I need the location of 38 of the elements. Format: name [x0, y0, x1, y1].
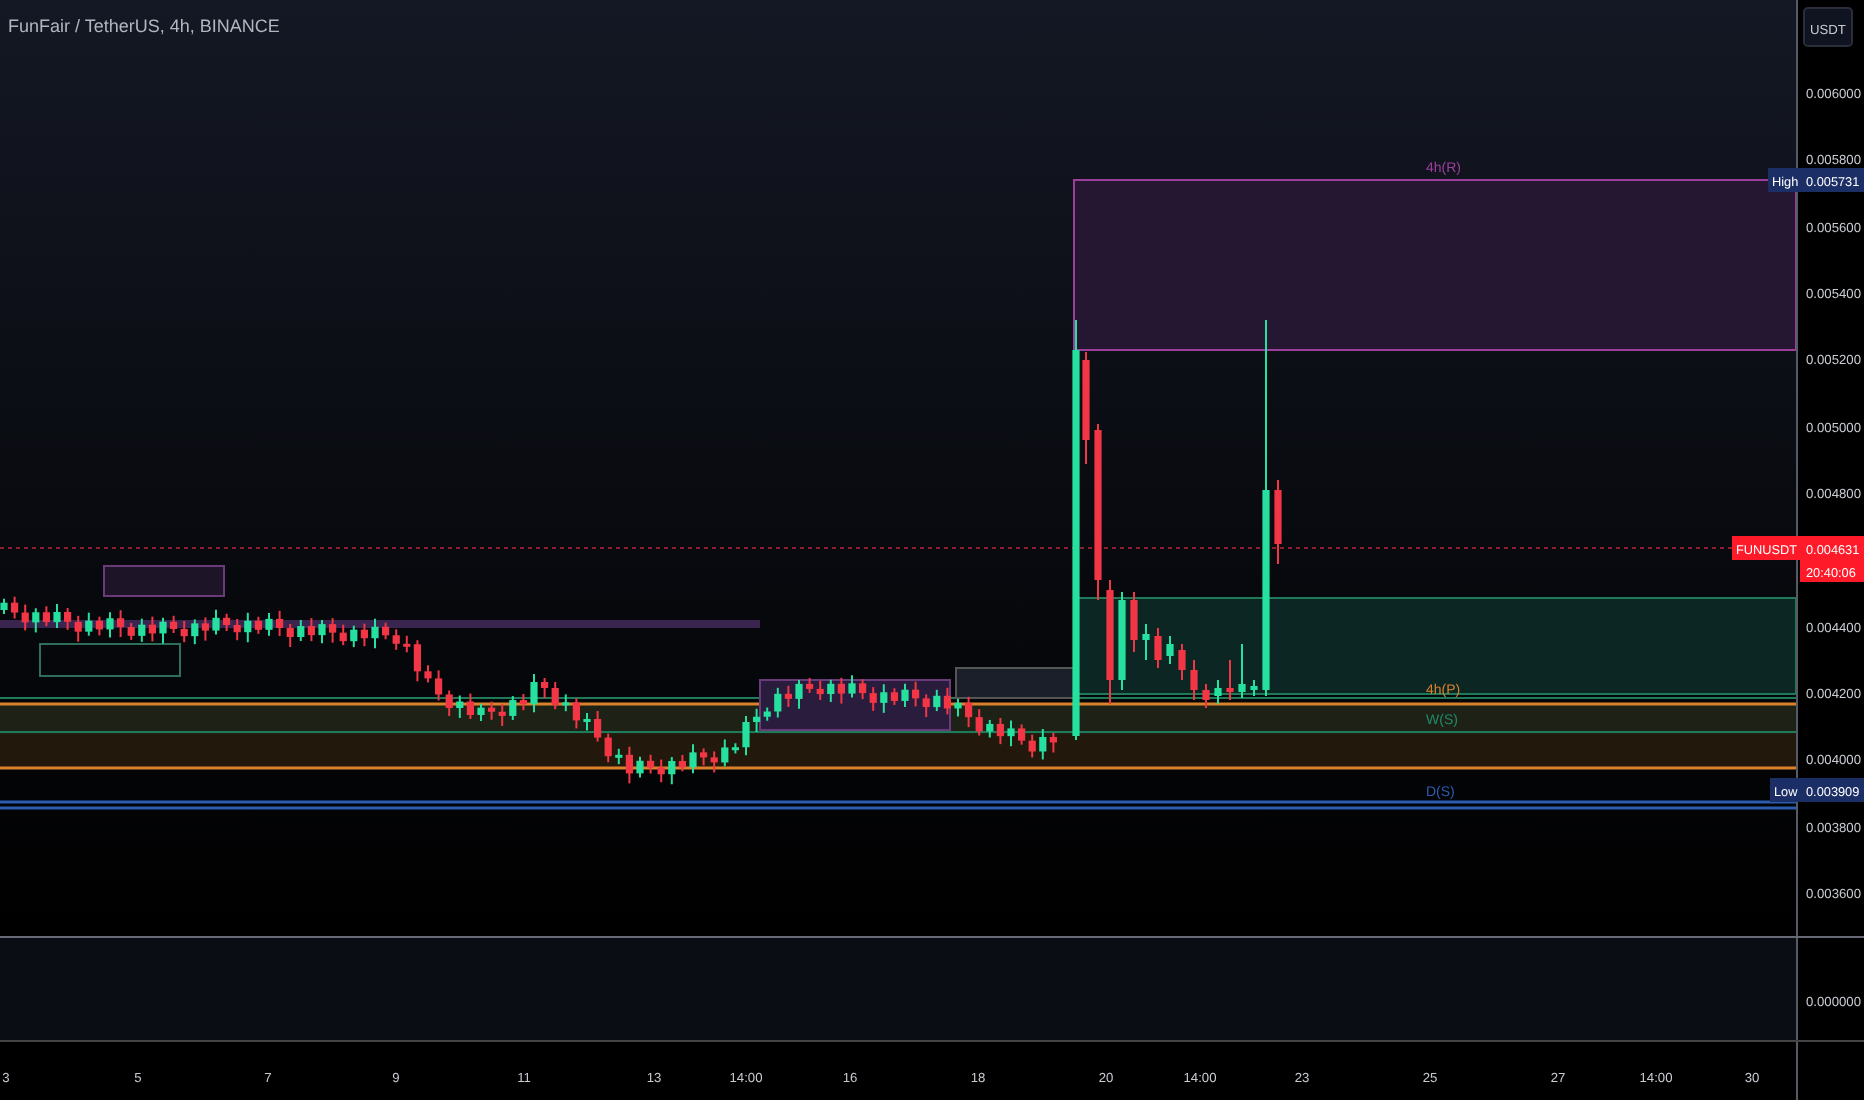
candle	[53, 602, 61, 630]
candle	[583, 712, 591, 732]
candle	[265, 611, 273, 637]
candle	[318, 619, 326, 645]
candle	[1250, 679, 1258, 697]
candle	[848, 674, 856, 699]
candle	[795, 678, 803, 710]
candle	[1118, 591, 1126, 691]
order-block	[39, 643, 181, 677]
candle	[1106, 579, 1114, 705]
candle	[636, 755, 644, 779]
candle	[901, 682, 909, 708]
candle	[159, 616, 167, 645]
candle	[689, 743, 697, 775]
candle	[1238, 643, 1246, 699]
candle	[1166, 635, 1174, 665]
candle	[1007, 719, 1015, 748]
candle	[371, 617, 379, 650]
order-block	[955, 667, 1077, 699]
candle	[530, 673, 538, 714]
order-block	[103, 565, 225, 597]
candle	[477, 702, 485, 722]
candle	[1130, 591, 1138, 653]
candle	[1178, 643, 1186, 681]
candle	[742, 715, 750, 757]
candle	[1190, 659, 1198, 701]
candle	[1226, 659, 1234, 701]
candle	[1142, 623, 1150, 661]
symbol-title: FunFair / TetherUS, 4h, BINANCE	[8, 16, 280, 36]
candle	[106, 611, 114, 639]
candle	[0, 597, 8, 615]
candle	[212, 608, 220, 636]
candle	[424, 664, 432, 684]
candle	[954, 697, 962, 718]
candle	[1202, 683, 1210, 709]
candle	[1154, 627, 1162, 669]
candle	[1214, 679, 1222, 705]
candle	[1274, 479, 1282, 565]
